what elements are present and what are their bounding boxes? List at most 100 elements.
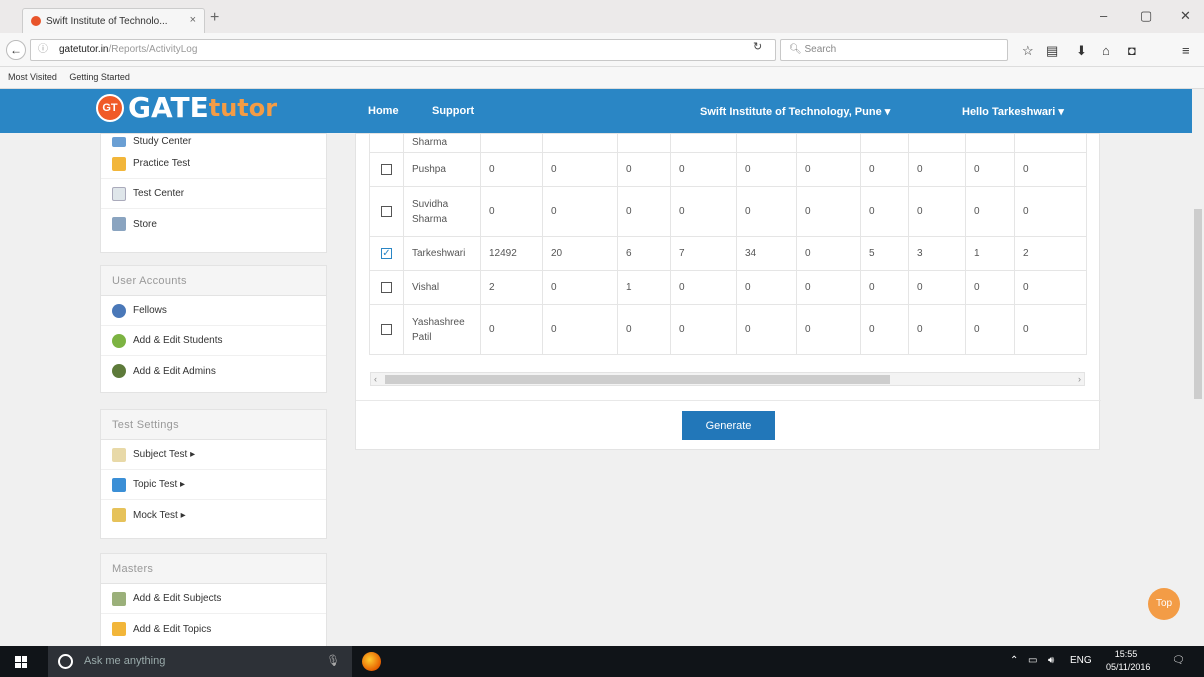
row-checkbox[interactable]	[381, 281, 392, 293]
sidebar-item-mock-test[interactable]: Mock Test ▸	[101, 500, 326, 530]
sidebar-item-add-edit-topics[interactable]: Add & Edit Topics	[101, 614, 326, 644]
window-close-button[interactable]: ✕	[1180, 8, 1191, 24]
table-cell: 0	[1014, 186, 1087, 237]
scroll-left-icon[interactable]: ‹	[374, 373, 377, 385]
microphone-icon[interactable]: 🎙︎	[326, 646, 340, 677]
row-checkbox[interactable]	[381, 205, 392, 217]
tray-chevron-icon[interactable]: ⌃	[1010, 655, 1018, 666]
bookmark-most-visited[interactable]: Most Visited	[8, 72, 57, 82]
back-arrow-icon[interactable]: ←	[6, 40, 26, 60]
new-tab-button[interactable]: +	[210, 9, 219, 27]
firefox-taskbar-icon[interactable]	[362, 652, 381, 671]
user-dropdown[interactable]: Hello Tarkeshwari ▾	[962, 105, 1064, 118]
table-cell: 0	[965, 186, 1015, 237]
subject-test-icon	[112, 447, 126, 462]
table-cell: 0	[670, 304, 737, 355]
nav-support-link[interactable]: Support	[432, 105, 474, 117]
horizontal-scroll-thumb[interactable]	[385, 375, 890, 384]
gatetutor-logo[interactable]: GT GATE tutor	[96, 91, 277, 124]
browser-tab-bar: Swift Institute of Technolo... × + – ▢ ✕	[0, 0, 1204, 33]
volume-icon[interactable]: 🔊︎	[1048, 655, 1054, 666]
test-center-icon	[112, 186, 126, 201]
sidebar-item-study-center[interactable]: Study Center	[101, 134, 326, 149]
sidebar-item-store[interactable]: Store	[101, 209, 326, 239]
table-row: Tarkeshwari1249220673405312	[369, 236, 1087, 271]
windows-start-icon[interactable]	[15, 656, 27, 668]
masters-title: Masters	[101, 554, 326, 584]
store-icon	[112, 217, 126, 231]
row-checkbox[interactable]	[381, 323, 392, 335]
bookmark-getting-started[interactable]: Getting Started	[69, 72, 130, 82]
logo-badge: GT	[96, 93, 124, 122]
menu-icon[interactable]: ≡	[1182, 43, 1190, 58]
table-cell: 0	[542, 270, 618, 305]
info-icon[interactable]: ⓘ	[38, 40, 48, 60]
windows-taskbar: Ask me anything 🎙︎ ⌃ ▭ 🔊︎ ENG 15:55 05/1…	[0, 646, 1204, 677]
browser-search-input[interactable]: 🔍︎ Search	[780, 39, 1008, 61]
url-path: /Reports/ActivityLog	[108, 44, 198, 55]
institute-dropdown[interactable]: Swift Institute of Technology, Pune ▾	[700, 105, 890, 118]
sidebar-item-topic-test[interactable]: Topic Test ▸	[101, 470, 326, 500]
network-icon[interactable]: ▭	[1028, 655, 1037, 666]
back-to-top-button[interactable]: Top	[1148, 588, 1180, 620]
tab-title: Swift Institute of Technolo...	[46, 15, 168, 27]
horizontal-scrollbar[interactable]: ‹ ›	[370, 372, 1085, 386]
table-cell: 20	[542, 236, 618, 271]
scroll-right-icon[interactable]: ›	[1078, 373, 1081, 385]
sidebar-item-label: Study Center	[133, 136, 192, 147]
sidebar-main-panel: Study Center Practice Test Test Center S…	[100, 133, 327, 253]
sidebar-item-label: Mock Test ▸	[133, 509, 186, 521]
sidebar-masters-panel: Masters Add & Edit Subjects Add & Edit T…	[100, 553, 327, 647]
table-cell: 0	[860, 270, 909, 305]
clock-time: 15:55	[1114, 649, 1138, 659]
student-name-cell: Suvidha Sharma	[403, 186, 481, 237]
download-icon[interactable]: ⬇	[1076, 43, 1087, 59]
sidebar-item-subject-test[interactable]: Subject Test ▸	[101, 440, 326, 470]
nav-home-link[interactable]: Home	[368, 105, 399, 117]
browser-tab[interactable]: Swift Institute of Technolo... ×	[22, 8, 205, 33]
table-cell: 0	[617, 304, 671, 355]
pocket-icon[interactable]: ◘	[1128, 43, 1136, 58]
table-cell	[480, 134, 543, 153]
sidebar-item-practice-test[interactable]: Practice Test	[101, 149, 326, 179]
tab-close-icon[interactable]: ×	[190, 14, 196, 26]
fellows-icon	[112, 303, 126, 318]
cortana-placeholder: Ask me anything	[84, 655, 166, 667]
cortana-search-input[interactable]: Ask me anything 🎙︎	[48, 646, 352, 677]
table-cell: 1	[617, 270, 671, 305]
table-cell: 0	[908, 186, 966, 237]
reload-icon[interactable]: ↻	[753, 40, 762, 53]
row-checkbox[interactable]	[381, 247, 392, 259]
logo-gate: GATE	[128, 91, 209, 124]
minimize-button[interactable]: –	[1100, 8, 1107, 23]
page-scroll-thumb[interactable]	[1194, 209, 1202, 399]
table-cell	[369, 270, 404, 305]
table-cell: 0	[670, 152, 737, 187]
student-name-cell: Tarkeshwari	[403, 236, 481, 271]
home-icon[interactable]: ⌂	[1102, 43, 1110, 58]
activity-table: Sharma Pushpa 0 0 0 0 0 0 0 0 0 0 Suvidha Sharma 0 0 0…	[369, 134, 1087, 355]
generate-button[interactable]: Generate	[682, 411, 775, 440]
sidebar-item-add-edit-students[interactable]: Add & Edit Students	[101, 326, 326, 356]
page-vertical-scrollbar[interactable]	[1192, 89, 1204, 646]
sidebar-item-add-edit-admins[interactable]: Add & Edit Admins	[101, 356, 326, 386]
notifications-icon[interactable]: 🗨︎	[1172, 655, 1185, 666]
sidebar-item-label: Add & Edit Admins	[133, 365, 216, 377]
table-cell: 0	[796, 152, 861, 187]
table-cell: 0	[860, 186, 909, 237]
logo-tutor: tutor	[208, 93, 278, 122]
site-favicon-icon	[31, 16, 41, 26]
table-cell	[369, 304, 404, 355]
taskbar-clock[interactable]: 15:55 05/11/2016	[1106, 648, 1150, 674]
language-indicator[interactable]: ENG	[1070, 655, 1092, 666]
table-row: Vishal 2 0 1 0 0 0 0 0 0 0	[369, 270, 1087, 305]
sidebar-item-fellows[interactable]: Fellows	[101, 296, 326, 326]
clipboard-icon[interactable]: ▤	[1046, 43, 1058, 59]
sidebar-item-add-edit-subjects[interactable]: Add & Edit Subjects	[101, 584, 326, 614]
row-checkbox[interactable]	[381, 163, 392, 175]
table-cell: 3	[908, 236, 966, 271]
url-bar[interactable]: ⓘ gatetutor.in/Reports/ActivityLog	[30, 39, 776, 61]
sidebar-item-test-center[interactable]: Test Center	[101, 179, 326, 209]
maximize-button[interactable]: ▢	[1140, 8, 1152, 24]
bookmark-star-icon[interactable]: ☆	[1022, 43, 1034, 59]
